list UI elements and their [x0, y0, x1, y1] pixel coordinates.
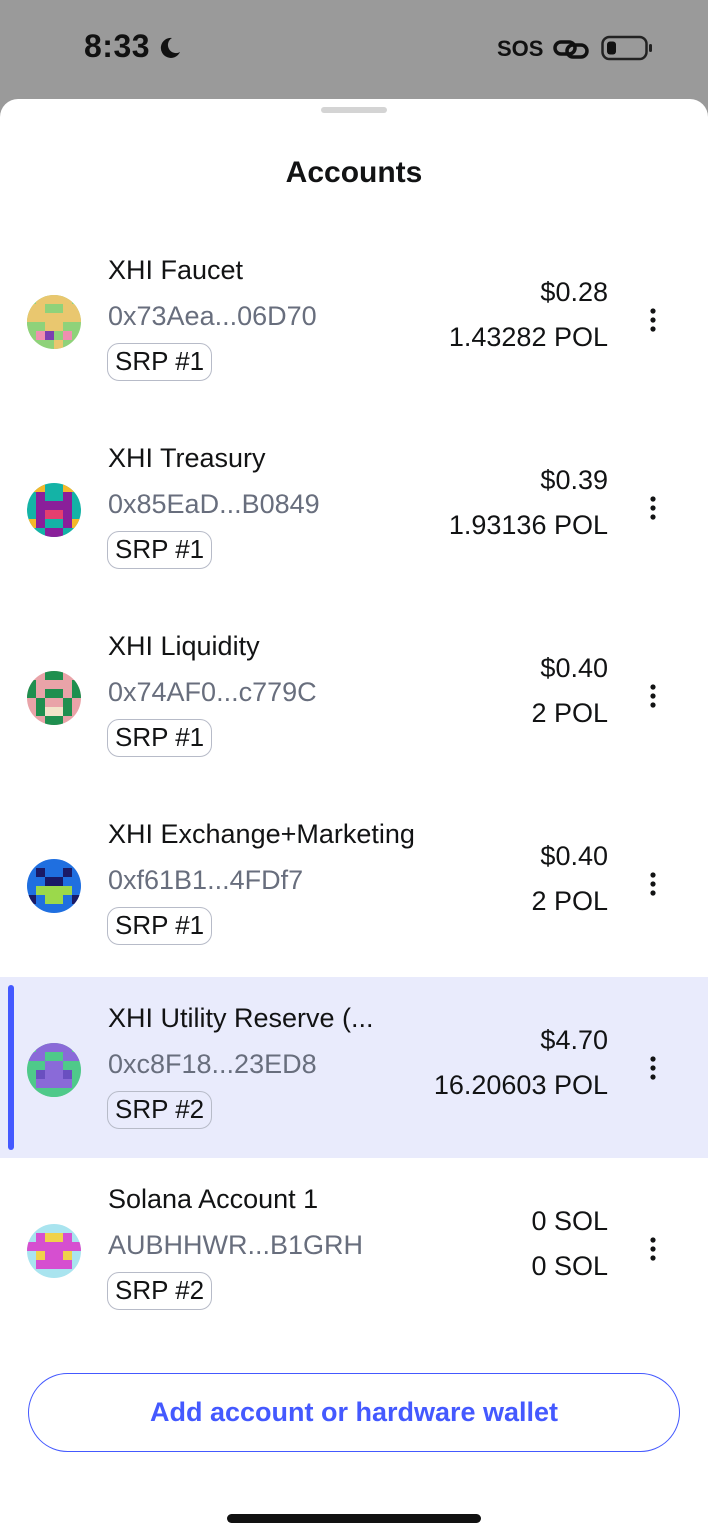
account-token-balance: 2 POL [531, 698, 608, 728]
account-token-balance: 0 SOL [531, 1251, 608, 1281]
account-address: 0xf61B1...4FDf7 [108, 865, 304, 895]
more-options-icon[interactable] [640, 1053, 666, 1083]
home-indicator[interactable] [227, 1514, 481, 1523]
account-avatar [27, 859, 81, 913]
account-address: 0x85EaD...B0849 [108, 489, 320, 519]
link-icon [553, 40, 589, 59]
account-avatar [27, 671, 81, 725]
more-options-icon[interactable] [640, 681, 666, 711]
account-fiat-balance: $0.28 [540, 277, 608, 307]
account-fiat-balance: 0 SOL [531, 1206, 608, 1236]
sheet-drag-handle[interactable] [321, 107, 387, 113]
add-account-button[interactable]: Add account or hardware wallet [28, 1373, 680, 1452]
account-token-balance: 1.43282 POL [448, 322, 608, 352]
more-options-icon[interactable] [640, 1234, 666, 1264]
account-row[interactable]: Solana Account 1 AUBHHWR...B1GRH SRP #2 … [0, 1158, 708, 1339]
account-name: XHI Treasury [108, 443, 266, 473]
account-name: XHI Utility Reserve (... [108, 1003, 374, 1033]
account-name: Solana Account 1 [108, 1184, 319, 1214]
account-name: XHI Exchange+Marketing [108, 819, 415, 849]
account-fiat-balance: $4.70 [540, 1025, 608, 1055]
account-row[interactable]: XHI Exchange+Marketing 0xf61B1...4FDf7 S… [0, 793, 708, 974]
moon-icon [160, 37, 180, 58]
account-fiat-balance: $0.40 [540, 841, 608, 871]
sheet-title: Accounts [285, 156, 423, 189]
account-address: 0x73Aea...06D70 [108, 301, 317, 331]
more-options-icon[interactable] [640, 305, 666, 335]
srp-badge: SRP #2 [107, 1272, 213, 1310]
account-token-balance: 1.93136 POL [448, 510, 608, 540]
account-row[interactable]: XHI Faucet 0x73Aea...06D70 SRP #1 $0.28 … [0, 229, 708, 410]
account-avatar [27, 1224, 81, 1278]
account-row-selected[interactable]: XHI Utility Reserve (... 0xc8F18...23ED8… [0, 977, 708, 1158]
sos-indicator: SOS [497, 36, 544, 61]
selected-indicator [8, 985, 14, 1150]
account-address: 0x74AF0...c779C [108, 677, 317, 707]
account-name: XHI Liquidity [108, 631, 260, 661]
srp-badge: SRP #1 [107, 343, 213, 381]
account-avatar [27, 295, 81, 349]
srp-badge: SRP #1 [107, 531, 213, 569]
srp-badge: SRP #1 [107, 719, 213, 757]
srp-badge: SRP #1 [107, 907, 213, 945]
account-token-balance: 16.20603 POL [433, 1070, 608, 1100]
account-avatar [27, 1043, 81, 1097]
account-row[interactable]: XHI Liquidity 0x74AF0...c779C SRP #1 $0.… [0, 605, 708, 786]
status-bar: 8:33 SOS [0, 0, 708, 100]
account-name: XHI Faucet [108, 255, 244, 285]
status-time: 8:33 [84, 28, 151, 64]
more-options-icon[interactable] [640, 869, 666, 899]
account-address: AUBHHWR...B1GRH [108, 1230, 364, 1260]
battery-icon [601, 35, 652, 61]
account-row[interactable]: XHI Treasury 0x85EaD...B0849 SRP #1 $0.3… [0, 417, 708, 598]
more-options-icon[interactable] [640, 493, 666, 523]
account-fiat-balance: $0.40 [540, 653, 608, 683]
account-avatar [27, 483, 81, 537]
account-address: 0xc8F18...23ED8 [108, 1049, 317, 1079]
account-token-balance: 2 POL [531, 886, 608, 916]
account-fiat-balance: $0.39 [540, 465, 608, 495]
srp-badge: SRP #2 [107, 1091, 213, 1129]
accounts-sheet: Accounts XHI Faucet 0x73Aea...06D70 SRP … [0, 99, 708, 1536]
